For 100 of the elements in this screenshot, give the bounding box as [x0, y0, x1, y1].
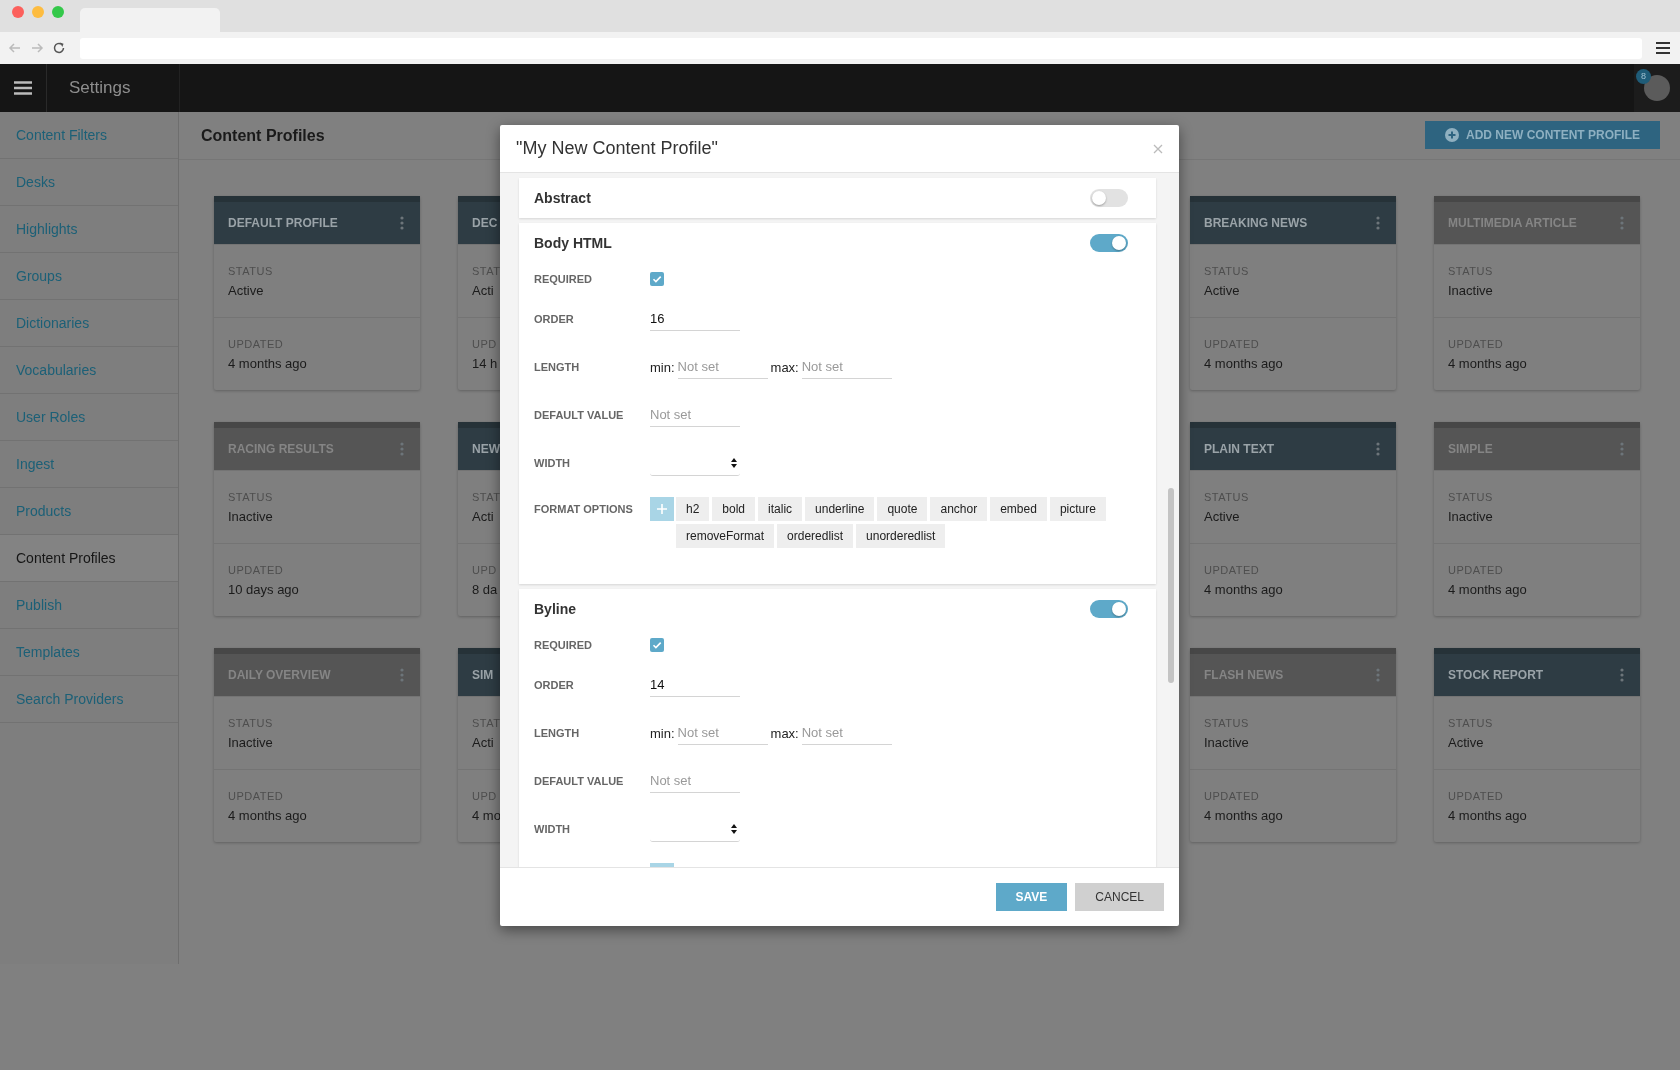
menu-icon[interactable] [1656, 42, 1670, 54]
more-icon[interactable] [400, 668, 404, 682]
field-label: WIDTH [534, 457, 572, 469]
format-tag[interactable]: embed [990, 497, 1047, 521]
field-label: ORDER [534, 679, 575, 691]
field-label: WIDTH [534, 823, 572, 835]
format-tag[interactable]: orderedlist [777, 524, 854, 548]
add-format-button[interactable] [650, 497, 674, 521]
minimize-window-icon[interactable] [32, 5, 44, 18]
save-button[interactable]: SAVE [995, 883, 1068, 911]
status-value: Active [228, 282, 264, 298]
format-tag[interactable]: picture [1049, 497, 1106, 521]
plus-icon [656, 503, 668, 515]
text-field[interactable]: 14 [650, 673, 740, 697]
updated-value: 4 mo [472, 807, 501, 823]
notification-badge[interactable]: 8 [1636, 69, 1651, 84]
updated-value: 4 months ago [228, 807, 307, 823]
min-field[interactable]: Not set [677, 355, 768, 379]
field-label: FORMAT OPTIONS [534, 502, 634, 515]
format-tag[interactable]: h2 [676, 497, 710, 521]
more-icon[interactable] [1620, 216, 1624, 230]
dialog-title: "My New Content Profile" [516, 138, 718, 159]
status-value: Inactive [228, 734, 273, 750]
status-value: Acti [472, 508, 494, 524]
status-value: Active [1204, 508, 1240, 524]
text-field[interactable]: Not set [650, 769, 740, 793]
format-tag[interactable]: anchor [930, 497, 988, 521]
sort-arrows-icon [731, 457, 737, 468]
more-icon[interactable] [1376, 668, 1380, 682]
plus-circle-icon [1445, 127, 1459, 142]
format-tag[interactable]: italic [758, 497, 803, 521]
field-label: LENGTH [534, 727, 581, 739]
page-title: Content Profiles [201, 126, 326, 145]
more-icon[interactable] [400, 442, 404, 456]
updated-value: 8 da [472, 581, 498, 597]
checkbox[interactable] [650, 638, 664, 652]
scrollbar-thumb[interactable] [1168, 488, 1174, 683]
toggle-switch[interactable] [1090, 234, 1128, 252]
close-icon[interactable] [1153, 143, 1163, 154]
maximize-window-icon[interactable] [52, 5, 64, 18]
sidebar-item[interactable]: Content Profiles [0, 535, 178, 582]
menu-icon [14, 81, 32, 95]
text-field[interactable]: 16 [650, 307, 740, 331]
field-name: Body HTML [534, 235, 612, 251]
status-value: Acti [472, 282, 494, 298]
field-label: REQUIRED [534, 273, 594, 285]
min-label: min: [650, 359, 675, 375]
status-value: Active [1448, 734, 1484, 750]
card-title: DEFAULT PROFILE [228, 216, 338, 230]
min-field[interactable]: Not set [677, 721, 768, 745]
card-title: SIM [472, 668, 494, 682]
checkbox[interactable] [650, 272, 664, 286]
field-label: DEFAULT VALUE [534, 409, 625, 421]
field-name: Byline [534, 601, 576, 617]
card-title: DEC [472, 216, 498, 230]
reload-icon[interactable] [52, 41, 66, 55]
format-tag[interactable]: bold [712, 497, 756, 521]
more-icon[interactable] [1620, 442, 1624, 456]
sort-arrows-icon [731, 823, 737, 834]
field-label: ORDER [534, 313, 575, 325]
close-window-icon[interactable] [12, 5, 24, 18]
card-title: BREAKING NEWS [1204, 216, 1308, 230]
max-label: max: [770, 359, 799, 375]
forward-icon[interactable] [30, 41, 44, 55]
updated-value: 4 months ago [1204, 581, 1283, 597]
updated-value: 4 months ago [1204, 355, 1283, 371]
format-tag[interactable]: quote [877, 497, 928, 521]
more-icon[interactable] [1620, 668, 1624, 682]
back-icon[interactable] [8, 41, 22, 55]
updated-value: 14 h [472, 355, 498, 371]
format-tag[interactable]: underline [805, 497, 875, 521]
status-value: Active [1204, 282, 1240, 298]
updated-value: 4 months ago [1448, 581, 1527, 597]
more-icon[interactable] [1376, 216, 1380, 230]
updated-value: 4 months ago [228, 355, 307, 371]
cancel-button[interactable]: CANCEL [1075, 883, 1164, 911]
more-icon[interactable] [400, 216, 404, 230]
status-value: Acti [472, 734, 494, 750]
status-value: Inactive [1204, 734, 1249, 750]
status-value: Inactive [1448, 282, 1493, 298]
min-label: min: [650, 725, 675, 741]
max-field[interactable]: Not set [801, 721, 892, 745]
format-tag[interactable]: unorderedlist [856, 524, 946, 548]
updated-value: 4 months ago [1448, 355, 1527, 371]
status-value: Inactive [1448, 508, 1493, 524]
field-label: REQUIRED [534, 639, 594, 651]
toggle-switch[interactable] [1090, 189, 1128, 207]
max-field[interactable]: Not set [801, 355, 892, 379]
updated-value: 4 months ago [1448, 807, 1527, 823]
toggle-switch[interactable] [1090, 600, 1128, 618]
avatar[interactable] [1644, 75, 1670, 101]
field-label: DEFAULT VALUE [534, 775, 625, 787]
updated-value: 4 months ago [1204, 807, 1283, 823]
text-field[interactable]: Not set [650, 403, 740, 427]
format-tag[interactable]: removeFormat [676, 524, 775, 548]
add-profile-button[interactable]: ADD NEW CONTENT PROFILE [1425, 120, 1660, 149]
more-icon[interactable] [1376, 442, 1380, 456]
max-label: max: [770, 725, 799, 741]
card-title: NEW [472, 442, 500, 456]
field-label: LENGTH [534, 361, 581, 373]
